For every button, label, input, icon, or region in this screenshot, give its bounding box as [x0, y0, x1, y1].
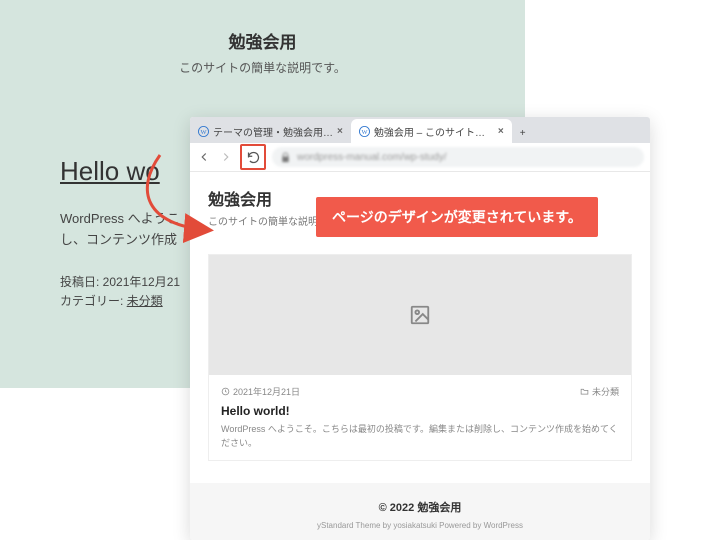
lock-icon — [280, 152, 291, 163]
value: 2021年12月21 — [103, 275, 180, 289]
address-text: wordpress-manual.com/wp-study/ — [297, 152, 447, 163]
copyright: © 2022 勉強会用 — [190, 499, 650, 515]
post-excerpt: WordPress へようこそ。こちらは最初の投稿です。編集または削除し、コンテ… — [221, 423, 619, 450]
wordpress-favicon-icon: W — [198, 126, 209, 137]
old-theme-header: 勉強会用 このサイトの簡単な説明です。 — [0, 28, 525, 76]
post-meta: 2021年12月21日 未分類 — [221, 385, 619, 398]
browser-window: W テーマの管理・勉強会用 — WordP × W 勉強会用 – このサイトの簡… — [190, 117, 650, 540]
image-icon — [409, 304, 431, 326]
label: 投稿日: — [60, 275, 103, 289]
close-tab-icon[interactable]: × — [498, 126, 504, 137]
browser-toolbar: wordpress-manual.com/wp-study/ — [190, 143, 650, 172]
post-thumbnail-placeholder — [209, 255, 631, 375]
old-theme-desc: このサイトの簡単な説明です。 — [0, 59, 525, 76]
forward-icon[interactable] — [218, 150, 234, 164]
text: 未分類 — [592, 385, 619, 398]
label: カテゴリー: — [60, 294, 127, 308]
tab-label: 勉強会用 – このサイトの簡単な説明 — [374, 124, 494, 139]
new-tab-button[interactable]: + — [512, 123, 548, 143]
clock-icon — [221, 387, 230, 396]
site-footer: © 2022 勉強会用 yStandard Theme by yosiakats… — [190, 483, 650, 540]
wordpress-favicon-icon: W — [359, 126, 370, 137]
browser-tab-active[interactable]: W 勉強会用 – このサイトの簡単な説明 × — [351, 119, 512, 143]
text: 2021年12月21日 — [233, 385, 300, 398]
old-theme-title: 勉強会用 — [0, 28, 525, 53]
close-tab-icon[interactable]: × — [337, 126, 343, 137]
svg-text:W: W — [361, 129, 368, 136]
back-icon[interactable] — [196, 150, 212, 164]
post-category[interactable]: 未分類 — [580, 385, 619, 398]
tab-label: テーマの管理・勉強会用 — WordP — [213, 124, 333, 139]
post-card[interactable]: 2021年12月21日 未分類 Hello world! WordPress へ… — [208, 254, 632, 461]
text: し、コンテンツ作成 — [60, 232, 177, 247]
browser-tab-inactive[interactable]: W テーマの管理・勉強会用 — WordP × — [190, 119, 351, 143]
reload-icon[interactable] — [245, 150, 261, 165]
post-date: 2021年12月21日 — [221, 385, 300, 398]
annotation-callout: ページのデザインが変更されています。 — [316, 197, 598, 237]
svg-text:W: W — [200, 129, 207, 136]
category-link[interactable]: 未分類 — [127, 294, 163, 308]
post-title[interactable]: Hello world! — [221, 404, 619, 418]
post-card-body: 2021年12月21日 未分類 Hello world! WordPress へ… — [209, 375, 631, 460]
tab-strip: W テーマの管理・勉強会用 — WordP × W 勉強会用 – このサイトの簡… — [190, 117, 650, 143]
text: WordPress へようこ — [60, 211, 180, 226]
address-bar[interactable]: wordpress-manual.com/wp-study/ — [272, 147, 644, 167]
reload-highlight — [240, 144, 266, 170]
folder-icon — [580, 387, 589, 396]
